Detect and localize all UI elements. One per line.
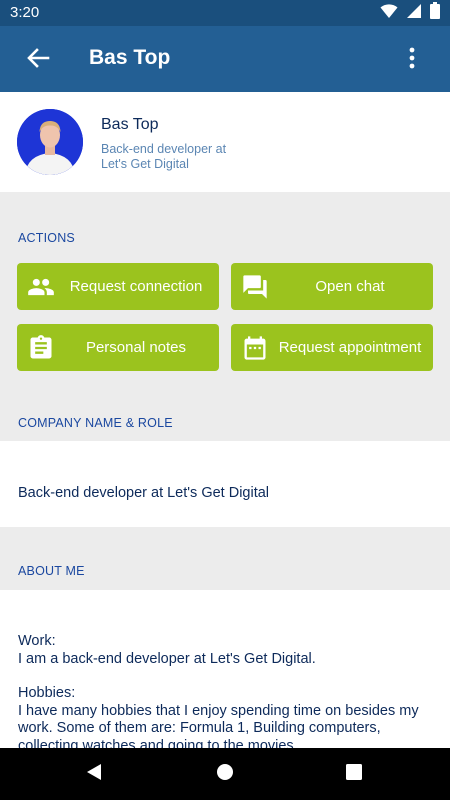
nav-home-icon bbox=[216, 763, 234, 786]
company-role-text: Back-end developer at Let's Get Digital bbox=[18, 485, 270, 501]
page-title: Bas Top bbox=[89, 46, 171, 69]
chat-icon bbox=[241, 273, 269, 301]
personal-notes-button[interactable]: Personal notes bbox=[17, 324, 219, 371]
nav-home-button[interactable] bbox=[209, 758, 241, 790]
section-label-about: ABOUT ME bbox=[18, 564, 85, 578]
request-connection-button[interactable]: Request connection bbox=[17, 263, 219, 310]
request-appointment-label: Request appointment bbox=[278, 338, 422, 356]
nav-back-icon bbox=[85, 763, 103, 786]
profile-card: Bas Top Back-end developer at Let's Get … bbox=[0, 92, 450, 192]
status-bar: 3:20 bbox=[0, 0, 450, 26]
status-time: 3:20 bbox=[10, 4, 40, 21]
hobbies-title: Hobbies: bbox=[18, 685, 76, 701]
navigation-bar bbox=[0, 748, 450, 800]
profile-name: Bas Top bbox=[101, 116, 159, 133]
app-bar: Bas Top bbox=[0, 26, 450, 92]
section-label-actions: ACTIONS bbox=[18, 231, 75, 245]
work-text: I am a back-end developer at Let's Get D… bbox=[18, 650, 316, 667]
personal-notes-label: Personal notes bbox=[85, 338, 187, 356]
nav-recents-icon bbox=[346, 763, 362, 785]
company-section-header: COMPANY NAME & ROLE bbox=[0, 378, 450, 441]
about-content: Work: I am a back-end developer at Let's… bbox=[0, 590, 450, 748]
profile-role: Back-end developer at Let's Get Digital bbox=[101, 142, 227, 171]
back-button[interactable] bbox=[22, 46, 54, 74]
request-appointment-button[interactable]: Request appointment bbox=[231, 324, 433, 371]
actions-section: ACTIONS Request connection Open chat Per… bbox=[0, 192, 450, 378]
about-text: Work: I am a back-end developer at Let's… bbox=[18, 633, 438, 748]
battery-icon bbox=[430, 2, 440, 24]
nav-recents-button[interactable] bbox=[338, 758, 370, 790]
people-icon bbox=[27, 273, 55, 301]
hobbies-text: I have many hobbies that I enjoy spendin… bbox=[18, 702, 419, 749]
avatar[interactable] bbox=[17, 109, 83, 175]
calendar-icon bbox=[241, 334, 269, 362]
section-label-company: COMPANY NAME & ROLE bbox=[18, 416, 173, 430]
nav-back-button[interactable] bbox=[78, 758, 110, 790]
arrow-back-icon bbox=[26, 47, 50, 73]
status-icons bbox=[380, 2, 440, 24]
open-chat-label: Open chat bbox=[315, 277, 385, 295]
signal-icon bbox=[406, 3, 422, 24]
clipboard-icon bbox=[27, 334, 55, 362]
company-content: Back-end developer at Let's Get Digital bbox=[0, 441, 450, 527]
request-connection-label: Request connection bbox=[69, 277, 203, 295]
about-section-header: ABOUT ME bbox=[0, 527, 450, 590]
more-options-button[interactable] bbox=[398, 46, 426, 74]
work-title: Work: bbox=[18, 633, 56, 649]
wifi-icon bbox=[380, 3, 398, 24]
more-vert-icon bbox=[409, 47, 415, 74]
open-chat-button[interactable]: Open chat bbox=[231, 263, 433, 310]
